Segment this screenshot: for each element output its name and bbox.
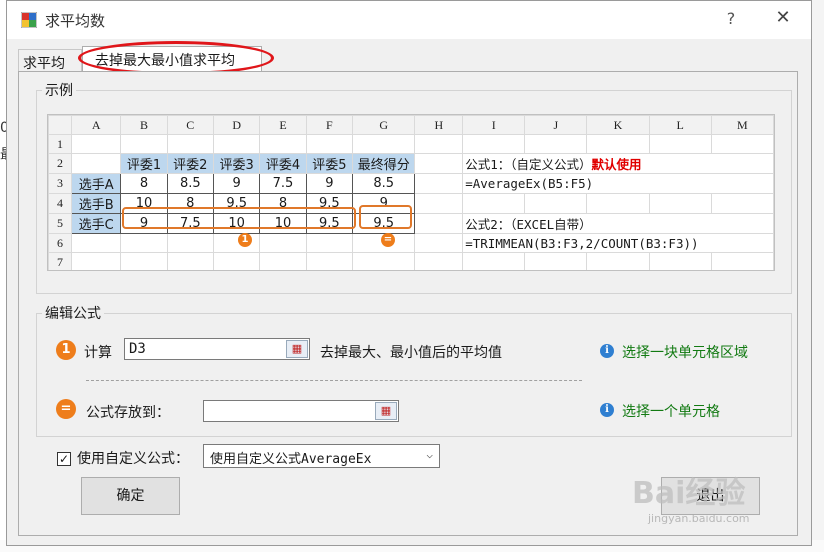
score-cell: 8.5: [166, 173, 214, 194]
store-step-badge: =: [56, 399, 76, 419]
app-icon: [21, 12, 37, 28]
calc-label: 计算: [84, 345, 112, 361]
player-name: 选手C: [71, 213, 122, 234]
judge-header: 评委4: [259, 153, 307, 174]
store-hint: 选择一个单元格: [622, 404, 720, 420]
calc-range-input[interactable]: D3: [124, 338, 310, 360]
example-group-label: 示例: [45, 83, 73, 99]
column-header: C: [166, 115, 214, 135]
ok-button[interactable]: 确定: [81, 477, 180, 515]
judge-header: 评委1: [120, 153, 168, 174]
judge-header: 评委3: [212, 153, 261, 174]
edit-formula-label: 编辑公式: [45, 306, 101, 322]
final-score-header: 最终得分: [352, 153, 416, 174]
row-header: 2: [48, 153, 73, 174]
tab-highlight-ellipse: [78, 41, 274, 75]
row-header: 6: [48, 233, 73, 253]
column-header: G: [352, 115, 416, 135]
column-header: H: [414, 115, 464, 135]
formula2-text: =TRIMMEAN(B3:F3,2/COUNT(B3:F3)): [462, 233, 774, 253]
sheet-corner: [48, 115, 73, 135]
info-icon: i: [600, 344, 614, 358]
formula1-default-tag: 默认使用: [591, 157, 642, 172]
formula1-text: =AverageEx(B5:F5): [462, 173, 774, 194]
range-badge: 1: [238, 233, 252, 247]
calc-step-badge: 1: [56, 340, 76, 360]
player-name: 选手A: [71, 173, 122, 194]
column-header: F: [305, 115, 354, 135]
column-header: K: [586, 115, 650, 135]
judge-header: 评委2: [166, 153, 214, 174]
use-custom-formula-label: 使用自定义公式：: [77, 451, 189, 467]
row-header: 4: [48, 193, 73, 214]
tab-average[interactable]: 求平均数: [18, 49, 82, 92]
column-header: L: [648, 115, 712, 135]
score-cell: 8: [120, 173, 168, 194]
chevron-down-icon: ⌵: [426, 448, 433, 461]
column-header: M: [710, 115, 774, 135]
final-score-cell: 8.5: [352, 173, 416, 194]
window-title: 求平均数: [45, 12, 106, 30]
info-icon: i: [600, 403, 614, 417]
judge-header: 评委5: [305, 153, 354, 174]
store-cell-input[interactable]: [203, 400, 399, 422]
score-cell: 7.5: [259, 173, 307, 194]
cell-picker-icon[interactable]: ▦: [375, 402, 397, 420]
formula-select-value: 使用自定义公式AverageEx: [210, 452, 372, 467]
result-badge: =: [381, 233, 395, 247]
calc-description: 去掉最大、最小值后的平均值: [320, 345, 502, 361]
range-picker-icon[interactable]: ▦: [286, 340, 308, 358]
result-highlight: [359, 205, 412, 229]
formula1-note: 公式1：（自定义公式）默认使用: [462, 153, 774, 174]
column-header: D: [212, 115, 261, 135]
store-label: 公式存放到：: [86, 405, 170, 421]
title-bar: 求平均数 ? ✕: [7, 1, 811, 39]
range-highlight: [122, 207, 356, 229]
close-icon[interactable]: ✕: [771, 7, 795, 28]
row-header: 5: [48, 213, 73, 234]
calc-hint: 选择一块单元格区域: [622, 345, 748, 361]
column-header: E: [259, 115, 307, 135]
use-custom-formula-checkbox[interactable]: ✓: [57, 452, 71, 466]
column-header: I: [462, 115, 526, 135]
row-header: 7: [48, 252, 73, 270]
column-header: J: [524, 115, 588, 135]
row-header: 3: [48, 173, 73, 194]
player-name: 选手B: [71, 193, 122, 214]
example-spreadsheet: A B C D E F G H I J K L M 1 2 评委1 评委2 评委…: [47, 114, 775, 271]
background-sheet-right: [810, 0, 824, 552]
help-icon[interactable]: ?: [721, 9, 741, 28]
formula2-label: 公式2：（EXCEL自带）: [462, 213, 774, 234]
exit-button[interactable]: 退出: [661, 477, 760, 515]
column-header: A: [71, 115, 122, 135]
row-header: 1: [48, 134, 73, 154]
score-cell: 9: [305, 173, 354, 194]
formula-select[interactable]: 使用自定义公式AverageEx ⌵: [203, 444, 440, 468]
formula1-label: 公式1：（自定义公式）: [465, 157, 592, 172]
column-header: B: [120, 115, 168, 135]
separator-line: [86, 380, 582, 381]
score-cell: 9: [212, 173, 261, 194]
